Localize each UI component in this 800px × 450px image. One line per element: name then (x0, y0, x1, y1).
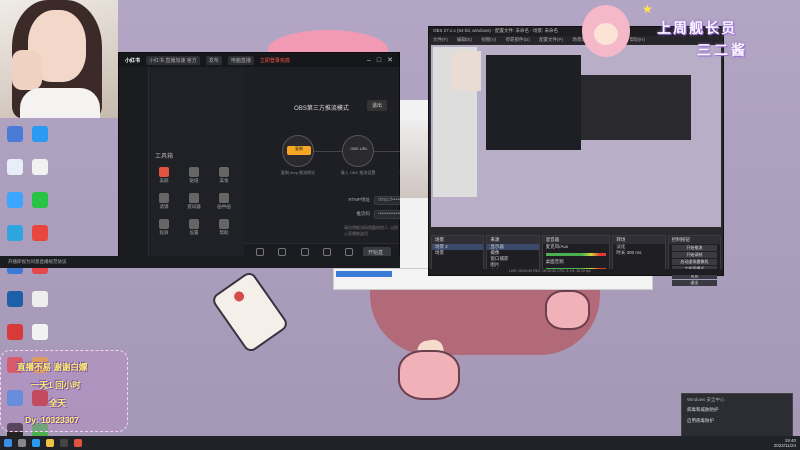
sources-title: 来源 (487, 236, 539, 244)
app-bottom-notice: 开播即视为同意直播规范协议 (0, 256, 400, 268)
edge-icon[interactable] (32, 439, 40, 447)
mixer-channel: 桌面音频 (545, 259, 564, 264)
audio-meter[interactable] (545, 253, 607, 256)
virtual-camera-button[interactable]: 启动虚拟摄像机 (671, 259, 718, 265)
toast-action[interactable]: 启用病毒防护 (682, 414, 792, 428)
clock[interactable]: 19:40 2022/11/24 (774, 438, 796, 448)
preview-app (486, 55, 581, 150)
chibi-avatar (582, 5, 630, 57)
mixer-channel: 麦克风/Aux (545, 244, 569, 249)
step-label: 填入 OBS 推流设置 (340, 170, 376, 175)
desktop-icon[interactable] (27, 190, 52, 223)
rtmp-url-label: RTMP地址 (348, 197, 370, 202)
overlay-subtitle: 三二酱 (697, 42, 748, 58)
transition-duration[interactable]: 时长 300 ms (613, 250, 664, 256)
topbar-item[interactable]: 小红书 直播加速 官方 (146, 55, 200, 65)
app-titlebar: 小红书 小红书 直播加速 官方 发布 电脑直播 立即登录完成 – □ ✕ (119, 53, 399, 67)
overlay-line: 一天1 回小时 (31, 380, 81, 390)
explorer-icon[interactable] (46, 439, 54, 447)
security-hint: 请勿将推流码透露给他人, 以防止直播被盗用 (344, 225, 399, 236)
overlay-line: 全天 (49, 398, 67, 408)
exit-button[interactable]: 退出 (671, 280, 718, 286)
desktop-icon[interactable] (2, 223, 27, 256)
obs-menu-item[interactable]: 文件(F) (433, 37, 448, 42)
clock-date: 2022/11/24 (773, 443, 796, 448)
tool-cast[interactable]: 投屏 (149, 216, 179, 242)
desktop-icon[interactable] (27, 289, 52, 322)
controls-title: 控制按钮 (668, 236, 721, 244)
scenes-title: 场景 (432, 236, 484, 244)
step-2: OBS URL (342, 135, 374, 167)
topbar-item[interactable]: 立即登录完成 (260, 57, 290, 64)
toast-app: Windows 安全中心 (687, 397, 725, 402)
close-icon[interactable]: ✕ (387, 56, 393, 64)
start-icon[interactable] (4, 439, 12, 447)
mixer-title: 混音器 (542, 236, 610, 244)
stream-overlay-top: ★ 上周舰长员 三二酱 (582, 0, 782, 68)
toolbox-header: 工具箱 (155, 154, 174, 160)
obs-taskbar-icon[interactable] (60, 439, 68, 447)
desktop-icon[interactable] (2, 124, 27, 157)
star-icon: ★ (642, 2, 653, 16)
obs-mode-panel: OBS第三方推流模式 退出 复制 OBS URL 复制推流码 开始推流 复制 r… (244, 67, 494, 267)
exit-mode-button[interactable]: 退出 (366, 100, 387, 111)
maximize-icon[interactable]: □ (377, 57, 381, 64)
search-icon[interactable] (18, 439, 26, 447)
artwork-shoe (545, 290, 590, 330)
obs-menu-item[interactable]: 停靠部件(D) (506, 37, 530, 42)
tool-makeup[interactable]: 美妆 (209, 164, 239, 190)
app-taskbar-icon[interactable] (74, 439, 82, 447)
stream-overlay-info: 直播不易 谢谢白嫖 一天1 回小时 全天 Dy: 10323307 (0, 350, 128, 432)
obs-title: OBS 27.x.x (64-bit, windows) - 配置文件: 未命名… (433, 28, 559, 33)
desktop-icon[interactable] (2, 157, 27, 190)
artwork-shoe (398, 350, 460, 400)
overlay-line: Dy: 10323307 (25, 415, 79, 425)
stream-key-label: 推流码 (356, 211, 371, 216)
preview-obs (581, 75, 691, 140)
obs-preview[interactable] (431, 45, 721, 227)
desktop-icon[interactable] (27, 223, 52, 256)
tool-sticker[interactable]: 贴纸 (179, 164, 209, 190)
tool-filter[interactable]: 滤镜 (149, 190, 179, 216)
taskbar: 19:40 2022/11/24 (0, 436, 800, 450)
step-1: 复制 (282, 135, 314, 167)
preview-webcam (451, 51, 481, 91)
tool-beauty[interactable]: 美颜 (149, 164, 179, 190)
desktop-icon[interactable] (27, 157, 52, 190)
minimize-icon[interactable]: – (367, 57, 371, 64)
tool-prompter[interactable]: 提词器 (179, 190, 209, 216)
tool-help[interactable]: 帮助 (209, 216, 239, 242)
topbar-item[interactable]: 发布 (205, 55, 222, 65)
live-app-window: 小红书 小红书 直播加速 官方 发布 电脑直播 立即登录完成 – □ ✕ 工具箱… (118, 52, 494, 268)
start-recording-button[interactable]: 开始录制 (671, 252, 718, 258)
obs-menu-item[interactable]: 编辑(E) (457, 37, 472, 42)
obs-menu-item[interactable]: 配置文件(P) (539, 37, 563, 42)
scene-item[interactable]: 场景 (432, 250, 483, 256)
webcam-feed (0, 0, 118, 118)
overlay-title: 上周舰长员 (657, 20, 737, 36)
topbar-item[interactable]: 电脑直播 (227, 55, 254, 65)
step-label: 复制 rtmp 推流地址 (280, 170, 316, 175)
toast-line: 病毒和威胁防护 (687, 407, 719, 412)
overlay-line: 直播不易 谢谢白嫖 (17, 362, 88, 372)
desktop-icon[interactable] (2, 289, 27, 322)
obs-statusbar: LIVE: 00:00:00 REC: 00:00:00 CPU: 3.1%, … (429, 269, 723, 275)
obs-menu-item[interactable]: 视图(V) (481, 37, 496, 42)
desktop-icon[interactable] (2, 190, 27, 223)
windows-security-toast[interactable]: Windows 安全中心 病毒和威胁防护 启用病毒防护 (681, 393, 793, 437)
start-streaming-button[interactable]: 开始推流 (671, 245, 718, 251)
tool-settings[interactable]: 设置 (179, 216, 209, 242)
app-left-rail (119, 67, 149, 267)
app-logo: 小红书 (125, 57, 141, 64)
toolbox-panel: 工具箱 美颜 贴纸 美妆 滤镜 提词器 画中画 投屏 设置 帮助 (149, 67, 244, 267)
tool-pip[interactable]: 画中画 (209, 190, 239, 216)
desktop-icon[interactable] (27, 124, 52, 157)
transitions-title: 转场 (613, 236, 665, 244)
